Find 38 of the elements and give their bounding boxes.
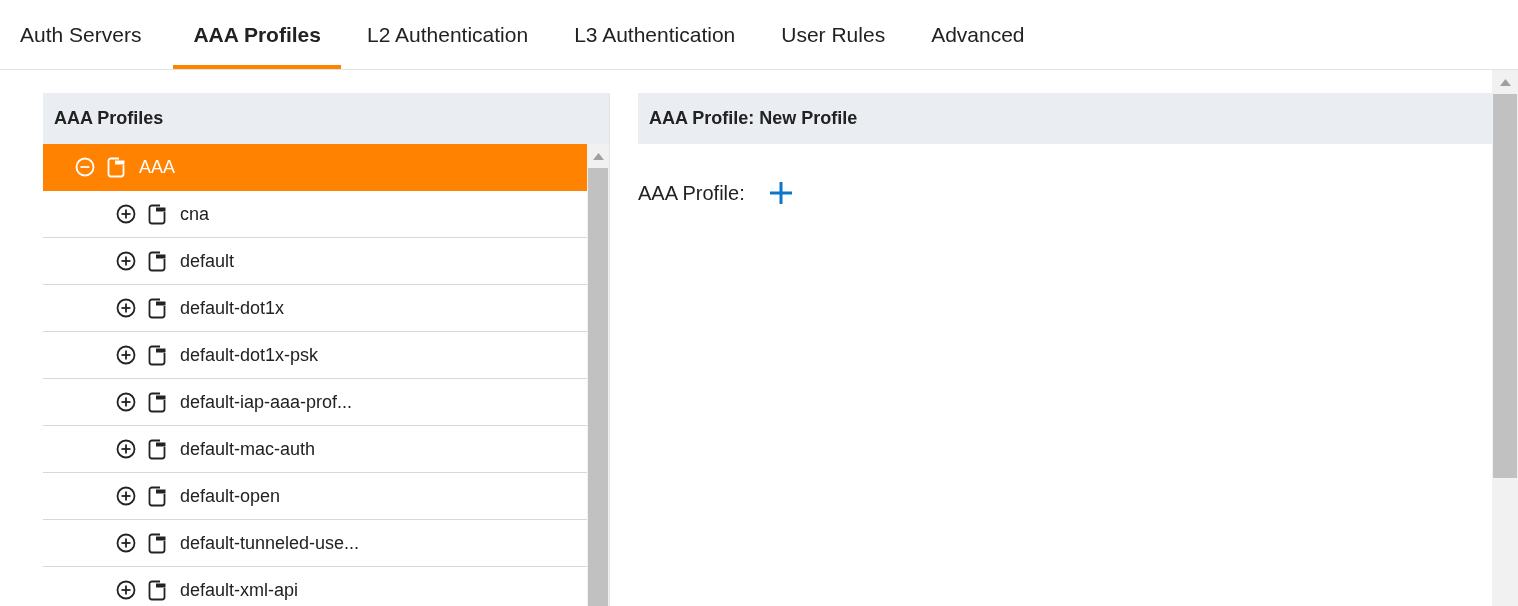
tab[interactable]: AAA Profiles xyxy=(173,0,341,69)
expand-icon[interactable] xyxy=(116,251,136,271)
tab[interactable]: Advanced xyxy=(911,0,1045,69)
profile-icon xyxy=(148,250,166,272)
expand-icon[interactable] xyxy=(116,345,136,365)
expand-icon[interactable] xyxy=(116,392,136,412)
profile-icon xyxy=(107,156,125,178)
expand-icon[interactable] xyxy=(116,486,136,506)
tree-item[interactable]: cna xyxy=(43,191,587,238)
panel-title: AAA Profile: New Profile xyxy=(638,93,1492,144)
expand-icon[interactable] xyxy=(116,298,136,318)
expand-icon[interactable] xyxy=(116,439,136,459)
scrollbar[interactable] xyxy=(1492,70,1518,606)
tree-item[interactable]: default-tunneled-use... xyxy=(43,520,587,567)
profile-icon xyxy=(148,579,166,601)
tab[interactable]: Auth Servers xyxy=(0,0,162,69)
tree-item[interactable]: default-dot1x-psk xyxy=(43,332,587,379)
expand-icon[interactable] xyxy=(116,580,136,600)
tree-item[interactable]: default xyxy=(43,238,587,285)
profile-icon xyxy=(148,203,166,225)
profile-icon xyxy=(148,438,166,460)
profile-icon xyxy=(148,532,166,554)
tree-item[interactable]: default-dot1x xyxy=(43,285,587,332)
profile-icon xyxy=(148,485,166,507)
tree-item[interactable]: default-mac-auth xyxy=(43,426,587,473)
profile-icon xyxy=(148,344,166,366)
field-label: AAA Profile: xyxy=(638,181,745,205)
tab[interactable]: L3 Authentication xyxy=(554,0,756,69)
profile-icon xyxy=(148,391,166,413)
panel-title: AAA Profiles xyxy=(43,93,609,144)
tree-item[interactable]: default-open xyxy=(43,473,587,520)
tab[interactable]: User Rules xyxy=(761,0,906,69)
expand-icon[interactable] xyxy=(116,204,136,224)
scrollbar[interactable] xyxy=(587,144,609,606)
tree-item[interactable]: default-iap-aaa-prof... xyxy=(43,379,587,426)
tab[interactable]: L2 Authentication xyxy=(347,0,549,69)
expand-icon[interactable] xyxy=(116,533,136,553)
profile-icon xyxy=(148,297,166,319)
